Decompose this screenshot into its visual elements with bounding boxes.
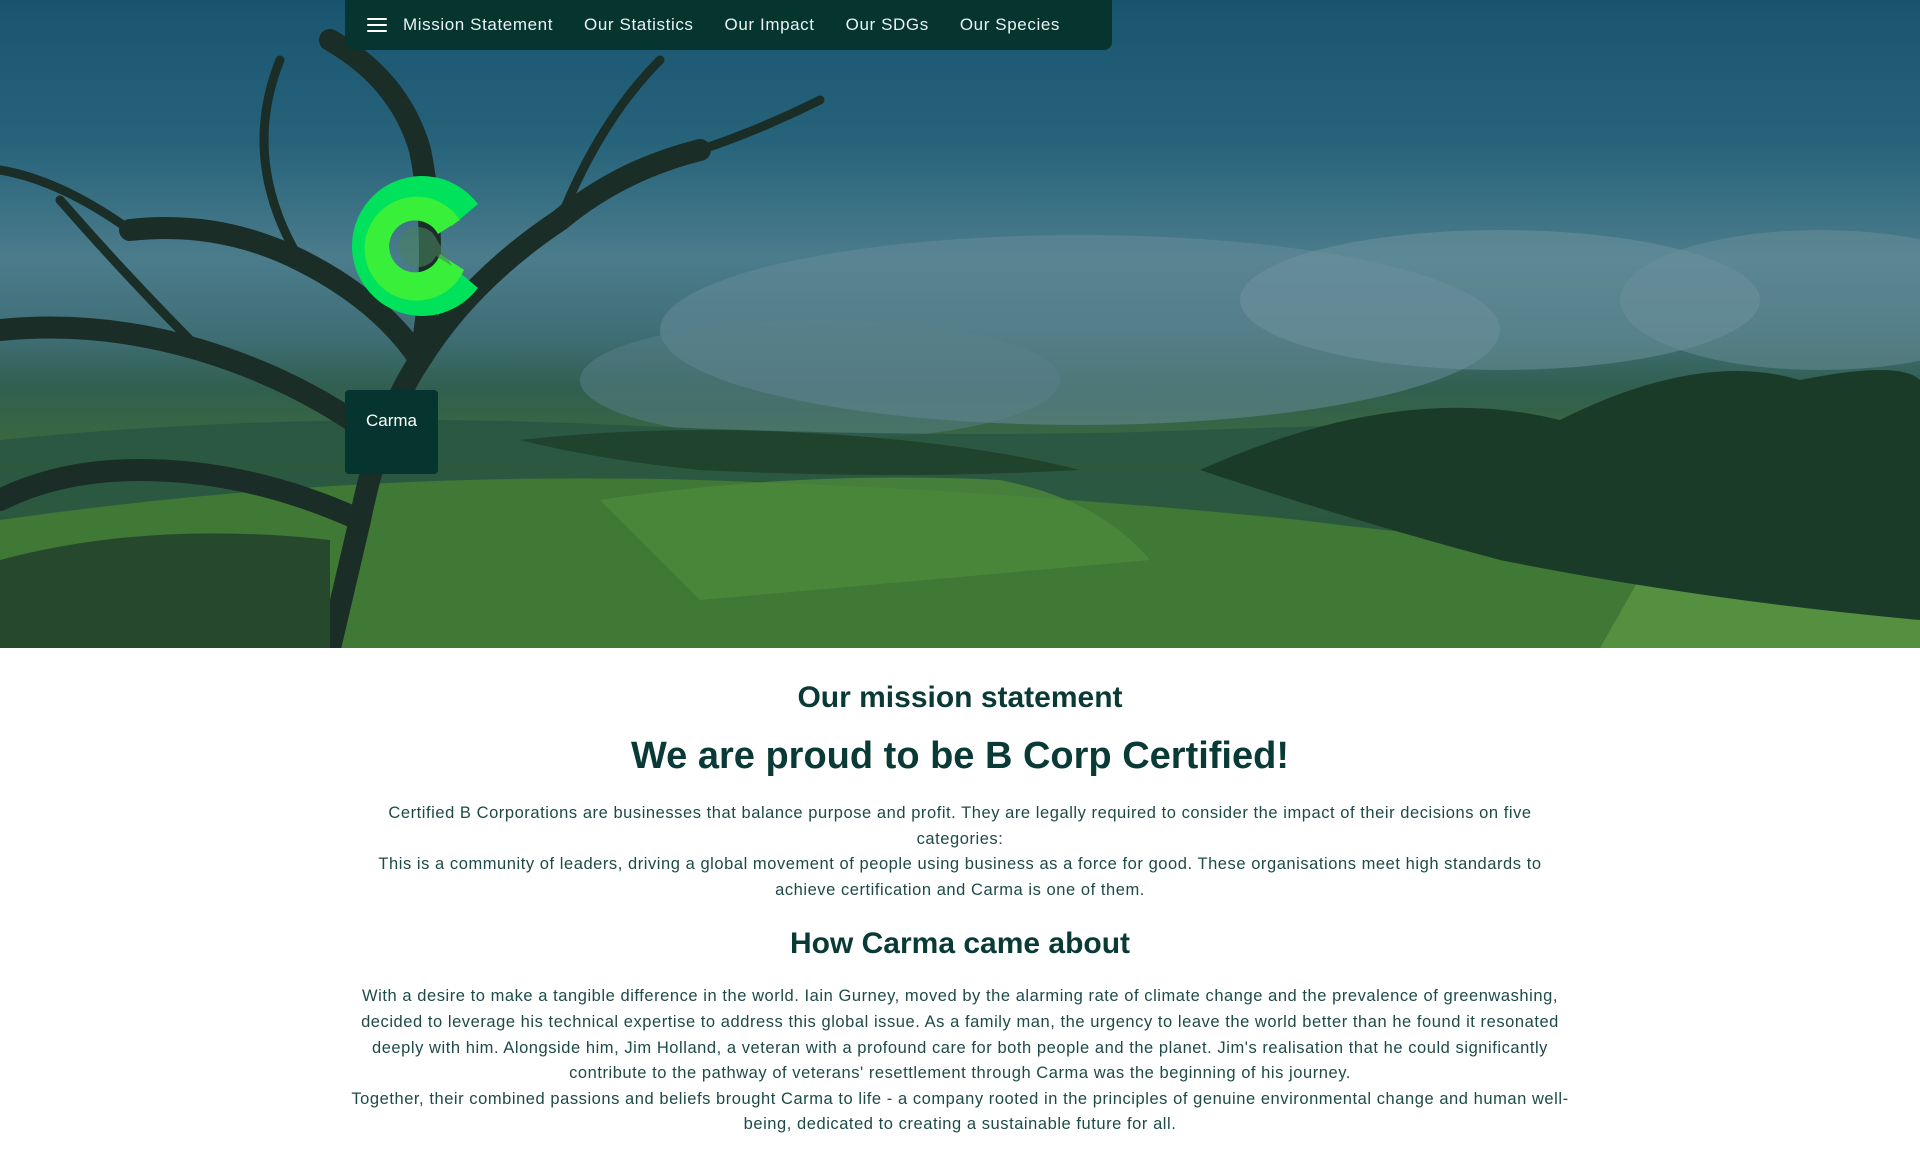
nav-our-impact[interactable]: Our Impact [725,15,815,35]
about-paragraph: Together, their combined passions and be… [351,1089,1569,1134]
nav-our-sdgs[interactable]: Our SDGs [846,15,929,35]
nav-mission-statement[interactable]: Mission Statement [403,15,553,35]
mission-heading: Our mission statement [797,681,1123,714]
hero-banner: Mission Statement Our Statistics Our Imp… [0,0,1920,648]
main-content: Our mission statement We are proud to be… [330,648,1590,1138]
mission-paragraph: This is a community of leaders, driving … [378,855,1542,899]
mission-title: We are proud to be B Corp Certified! [630,735,1289,777]
about-paragraph: With a desire to make a tangible differe… [361,987,1559,1083]
menu-icon[interactable] [367,18,387,32]
carma-logo-icon[interactable] [352,170,490,322]
brand-name: Carma [365,411,417,430]
about-heading: How Carma came about [789,927,1131,961]
mission-paragraph: Certified B Corporations are businesses … [388,804,1532,848]
brand-name-tile[interactable]: Carma [345,390,438,474]
top-navigation: Mission Statement Our Statistics Our Imp… [345,0,1112,50]
landscape-background [0,0,1920,648]
nav-our-statistics[interactable]: Our Statistics [584,15,693,35]
nav-our-species[interactable]: Our Species [960,15,1060,35]
